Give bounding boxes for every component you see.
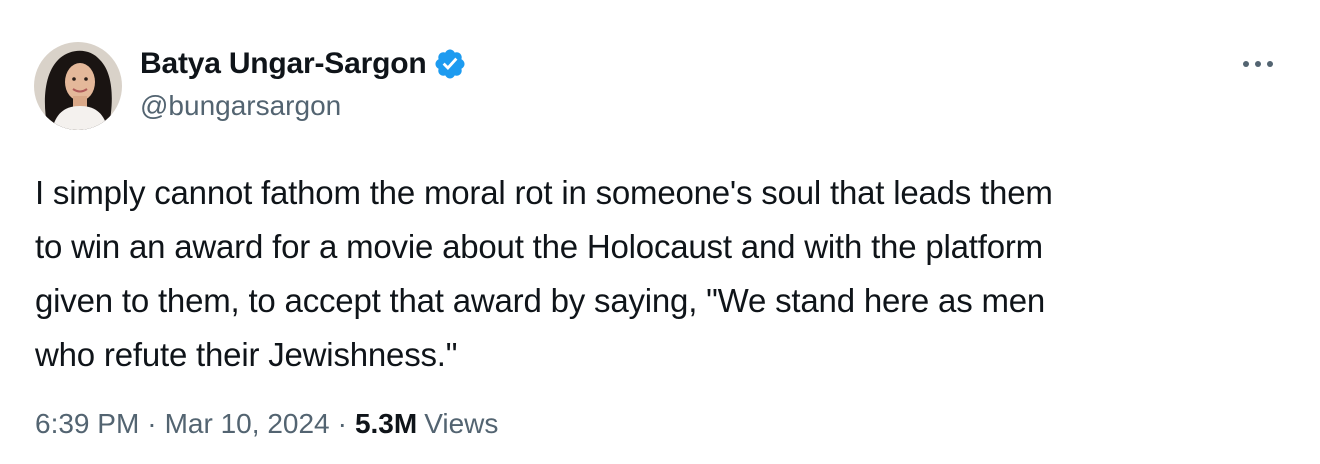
avatar[interactable] — [34, 42, 122, 130]
author-display-name[interactable]: Batya Ungar-Sargon — [140, 47, 427, 81]
meta-separator: · — [337, 408, 347, 439]
avatar-image — [34, 42, 122, 130]
tweet-date[interactable]: Mar 10, 2024 — [165, 408, 330, 440]
tweet-time[interactable]: 6:39 PM — [35, 408, 139, 440]
tweet-card: Batya Ungar-Sargon @bungarsargon I simpl… — [0, 0, 1320, 464]
views-label[interactable]: Views — [424, 408, 498, 440]
more-options-button[interactable] — [1236, 46, 1280, 82]
tweet-metadata: 6:39 PM · Mar 10, 2024 · 5.3M Views — [35, 408, 498, 440]
tweet-text: I simply cannot fathom the moral rot in … — [35, 174, 1053, 373]
views-count[interactable]: 5.3M — [355, 408, 417, 440]
author-handle[interactable]: @bungarsargon — [140, 90, 341, 122]
more-horizontal-icon — [1243, 61, 1273, 67]
verified-badge-icon[interactable] — [433, 47, 467, 81]
author-name-row: Batya Ungar-Sargon — [140, 44, 467, 84]
meta-separator: · — [147, 408, 157, 439]
